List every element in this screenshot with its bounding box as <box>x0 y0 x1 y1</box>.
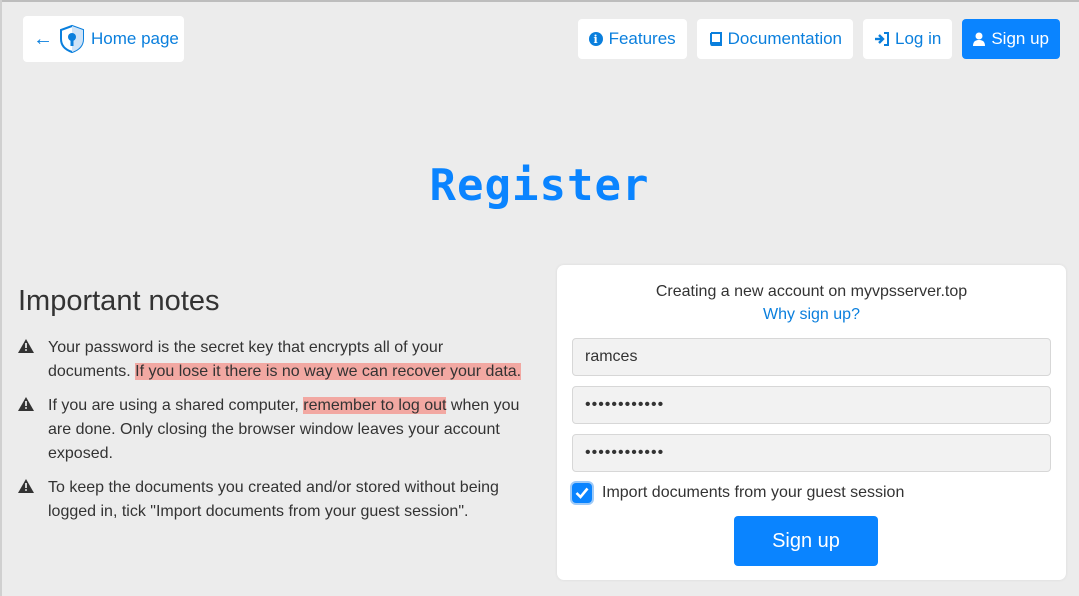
warning-icon <box>18 397 34 411</box>
notes-heading: Important notes <box>18 285 220 317</box>
documentation-button[interactable]: Documentation <box>696 19 853 59</box>
home-page-button[interactable]: ← Home page <box>23 16 184 62</box>
home-page-label: Home page <box>91 29 179 48</box>
note-text-plain: If you are using a shared computer, <box>48 397 304 414</box>
sign-up-nav-label: Sign up <box>991 29 1049 48</box>
arrow-left-icon: ← <box>33 28 53 50</box>
info-icon: i <box>588 32 603 46</box>
note-item: To keep the documents you created and/or… <box>18 476 528 524</box>
top-nav: i Features Documentation Log in Sign up <box>577 19 1060 59</box>
note-highlight: remember to log out <box>303 397 447 414</box>
shield-logo-icon <box>60 24 84 54</box>
log-in-label: Log in <box>895 29 942 48</box>
note-text: Your password is the secret key that enc… <box>48 336 528 384</box>
page-title: Register <box>429 160 650 211</box>
note-highlight: If you lose it there is no way we can re… <box>135 363 522 380</box>
note-item: If you are using a shared computer, reme… <box>18 394 528 466</box>
log-in-button[interactable]: Log in <box>863 19 953 59</box>
window-left-border <box>0 0 2 596</box>
warning-icon <box>18 339 34 353</box>
sign-up-nav-button[interactable]: Sign up <box>962 19 1060 59</box>
book-icon <box>708 32 722 46</box>
note-text-plain: To keep the documents you created and/or… <box>48 479 499 520</box>
import-label: Import documents from your guest session <box>602 484 905 501</box>
warning-icon <box>18 479 34 493</box>
password-input[interactable] <box>572 386 1051 424</box>
checkmark-icon <box>575 487 589 499</box>
note-text: To keep the documents you created and/or… <box>48 476 528 524</box>
form-intro: Creating a new account on myvpsserver.to… <box>655 283 968 300</box>
password-confirm-input[interactable] <box>572 434 1051 472</box>
features-label: Features <box>608 29 676 48</box>
username-input[interactable] <box>572 338 1051 376</box>
user-icon <box>973 32 986 46</box>
window-top-border <box>0 0 1079 2</box>
sign-up-submit-button[interactable]: Sign up <box>734 516 878 566</box>
note-text: If you are using a shared computer, reme… <box>48 394 528 466</box>
sign-in-icon <box>874 32 889 46</box>
features-button[interactable]: i Features <box>577 19 687 59</box>
register-form-card: Creating a new account on myvpsserver.to… <box>557 265 1066 580</box>
import-checkbox[interactable] <box>572 483 592 503</box>
documentation-label: Documentation <box>727 29 842 48</box>
important-notes: Important notes Your password is the sec… <box>18 285 528 534</box>
why-sign-up-link[interactable]: Why sign up? <box>557 306 1066 324</box>
note-item: Your password is the secret key that enc… <box>18 336 528 384</box>
import-option: Import documents from your guest session <box>572 483 904 503</box>
